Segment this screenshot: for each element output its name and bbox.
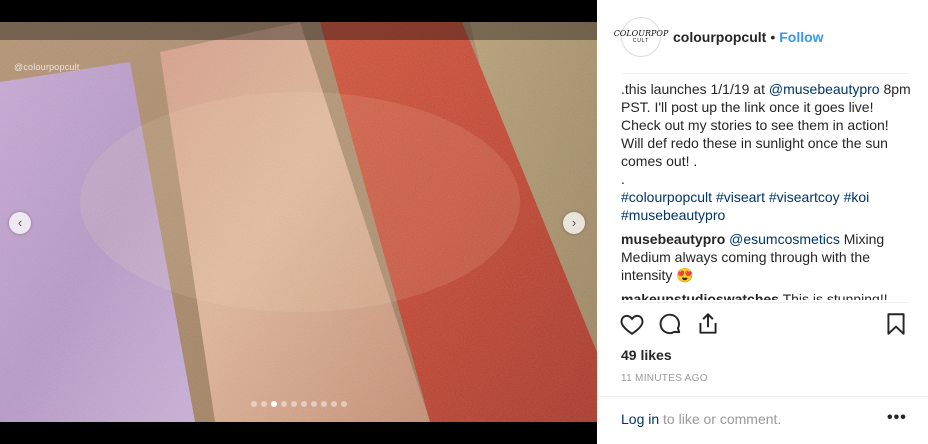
- caption-text-start: .this launches 1/1/19 at: [621, 81, 769, 97]
- avatar[interactable]: COLOURPOP CULT: [614, 17, 668, 57]
- comment-mention[interactable]: @esumcosmetics: [729, 231, 840, 247]
- more-options-icon[interactable]: •••: [887, 409, 907, 427]
- carousel-dot[interactable]: [290, 401, 297, 407]
- carousel-dot[interactable]: [250, 401, 257, 407]
- bookmark-icon: [887, 313, 905, 335]
- likes-count[interactable]: 49 likes: [621, 347, 672, 363]
- hashtag-link[interactable]: #viseart: [716, 189, 765, 205]
- comment-item: makeupstudioswatches This is stunning!!: [621, 290, 911, 300]
- login-prompt-text: to like or comment.: [659, 411, 782, 427]
- caption-mention[interactable]: @musebeautypro: [769, 81, 880, 97]
- comment-button[interactable]: [657, 311, 685, 339]
- carousel-dot[interactable]: [340, 401, 347, 407]
- post-photo[interactable]: @colourpopcult: [0, 22, 597, 422]
- comment-username[interactable]: makeupstudioswatches: [621, 291, 779, 300]
- username-link[interactable]: colourpopcult: [673, 29, 766, 45]
- footer-divider: [597, 396, 928, 397]
- actions-divider: [621, 302, 908, 303]
- comment-item: musebeautypro @esumcosmetics Mixing Medi…: [621, 230, 911, 284]
- post-timestamp[interactable]: 11 MINUTES AGO: [621, 373, 708, 384]
- share-button[interactable]: [695, 311, 723, 339]
- avatar-logo-subtext: CULT: [632, 38, 650, 44]
- carousel-dot[interactable]: [280, 401, 287, 407]
- hashtag-link[interactable]: #viseartcoy: [769, 189, 840, 205]
- post-side-panel: COLOURPOP CULT colourpopcult • Follow .t…: [597, 0, 928, 444]
- caption-hashtags: #colourpopcult #viseart #viseartcoy #koi…: [621, 188, 911, 224]
- chevron-right-icon: ›: [571, 215, 577, 230]
- share-icon: [699, 313, 717, 334]
- heart-eyes-emoji: 😍: [676, 267, 694, 283]
- comment-username[interactable]: musebeautypro: [621, 231, 725, 247]
- post-media: @colourpopcult ‹ ›: [0, 0, 597, 444]
- carousel-dot[interactable]: [310, 401, 317, 407]
- post-header: COLOURPOP CULT colourpopcult • Follow: [597, 0, 928, 74]
- photo-watermark: @colourpopcult: [14, 62, 80, 72]
- save-button[interactable]: [883, 311, 911, 339]
- post-caption: .this launches 1/1/19 at @musebeautypro …: [621, 80, 911, 224]
- carousel-dot[interactable]: [330, 401, 337, 407]
- previous-image-button[interactable]: ‹: [9, 212, 31, 234]
- avatar-logo-text: COLOURPOP: [613, 29, 669, 38]
- header-separator: •: [770, 29, 776, 45]
- action-bar: [619, 311, 911, 339]
- hashtag-link[interactable]: #musebeautypro: [621, 207, 725, 223]
- caption-dot-line: .: [621, 171, 625, 187]
- carousel-dot[interactable]: [270, 401, 277, 407]
- carousel-dot[interactable]: [320, 401, 327, 407]
- carousel-dot[interactable]: [300, 401, 307, 407]
- login-prompt: Log in to like or comment.: [621, 411, 781, 427]
- chevron-left-icon: ‹: [17, 215, 23, 230]
- swatch-photo: [0, 22, 597, 422]
- next-image-button[interactable]: ›: [563, 212, 585, 234]
- comments-section[interactable]: .this launches 1/1/19 at @musebeautypro …: [621, 80, 911, 300]
- login-link[interactable]: Log in: [621, 411, 659, 427]
- like-button[interactable]: [619, 311, 647, 339]
- carousel-indicator: [0, 401, 597, 407]
- heart-icon: [620, 314, 644, 335]
- hashtag-link[interactable]: #koi: [844, 189, 870, 205]
- carousel-dot[interactable]: [260, 401, 267, 407]
- comment-icon: [659, 313, 681, 335]
- follow-button[interactable]: Follow: [779, 29, 823, 45]
- hashtag-link[interactable]: #colourpopcult: [621, 189, 712, 205]
- comment-text: This is stunning!!: [778, 291, 888, 300]
